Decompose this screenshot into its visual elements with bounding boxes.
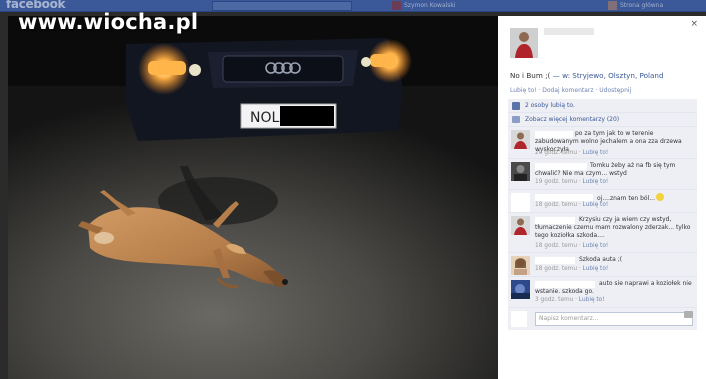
comment-time: 18 godz. temu (535, 202, 578, 208)
author-avatar-image (510, 28, 538, 58)
comment-text: Krzysiu czy ja wiem czy wstyd, tłumaczen… (535, 216, 693, 241)
smiley-icon (655, 193, 664, 201)
comment-avatar[interactable] (511, 280, 530, 299)
avatar-image (511, 256, 530, 275)
comment-text-content: Krzysiu czy ja wiem czy wstyd, tłumaczen… (535, 216, 691, 240)
comment-like-link[interactable]: Lubię to! (583, 179, 609, 185)
likes-text[interactable]: 2 osoby lubią to. (525, 102, 575, 109)
comment-meta: 18 godz. temu · Lubię to! (535, 266, 608, 272)
license-plate-text: NOL (250, 110, 279, 126)
comment-avatar[interactable] (511, 256, 530, 275)
comment-item: po za tym jak to w terenie zabudowanym w… (508, 127, 697, 159)
comment-time: 3 godz. temu (535, 297, 574, 303)
comment-time: 18 godz. temu (535, 243, 578, 249)
post-caption: No i Bum ;( — w: Stryjewo, Olsztyn, Pola… (510, 71, 664, 80)
comment-like-link[interactable]: Lubię to! (583, 150, 609, 156)
author-avatar[interactable] (510, 28, 538, 58)
comment-time: 18 godz. temu (535, 266, 578, 272)
comment-text-content: Szkoda auta ;( (579, 256, 623, 263)
comment-item: oj....znam ten ból... 18 godz. temu · Lu… (508, 190, 697, 213)
photo-sidebar: × No i Bum ;( — w: Stryjewo, Olsztyn, Po… (498, 16, 706, 379)
close-icon[interactable]: × (690, 19, 698, 29)
comment-meta: 3 godz. temu · Lubię to! (535, 297, 605, 303)
comment-time: 20 godz. temu (535, 150, 578, 156)
comment-text-content: Tomku żeby aż na fb się tym chwalić? Nie… (535, 162, 676, 178)
photo-scene: NOL (8, 16, 498, 379)
view-more-comments-text[interactable]: Zobacz więcej komentarzy (20) (525, 116, 619, 123)
comment-time: 19 godz. temu (535, 179, 578, 185)
comment-item: auto sie naprawi a koziołek nie wstanie.… (508, 277, 697, 308)
comment-item: Szkoda auta ;( 18 godz. temu · Lubię to! (508, 253, 697, 277)
camera-icon[interactable] (684, 311, 693, 318)
author-name-redacted (544, 28, 594, 35)
comment-text-content: auto sie naprawi a koziołek nie wstanie.… (535, 280, 692, 296)
avatar-image (511, 216, 530, 235)
comment-bubble-icon (512, 116, 520, 123)
plate-redaction (280, 106, 334, 126)
avatar-image (511, 130, 530, 149)
car-front: NOL (126, 38, 412, 141)
comment-meta: 18 godz. temu · Lubię to! (535, 202, 608, 208)
comment-meta: 19 godz. temu · Lubię to! (535, 179, 608, 185)
comment-text: Szkoda auta ;( (535, 256, 693, 264)
post-location-link[interactable]: — w: Stryjewo, Olsztyn, Poland (550, 71, 664, 80)
profile-avatar[interactable] (392, 1, 401, 10)
comment-composer: Napisz komentarz... (508, 308, 697, 330)
search-input[interactable] (212, 1, 352, 11)
comment-like-link[interactable]: Lubię to! (579, 297, 605, 303)
facebook-photo-viewer: facebook Szymon Kowalski Strona główna w… (0, 0, 706, 379)
comment-avatar[interactable] (511, 162, 530, 181)
post-caption-main: No i Bum ;( (510, 71, 551, 80)
comment-like-link[interactable]: Lubię to! (583, 243, 609, 249)
comment-meta: 20 godz. temu · Lubię to! (535, 150, 608, 156)
avatar-image (511, 280, 530, 299)
site-watermark: www.wiocha.pl (18, 10, 199, 34)
comment-avatar[interactable] (511, 216, 530, 235)
comment-avatar[interactable] (511, 193, 530, 212)
post-actions[interactable]: Lubię to! · Dodaj komentarz · Udostępnij (510, 87, 631, 94)
comment-like-link[interactable]: Lubię to! (583, 202, 609, 208)
comment-input[interactable]: Napisz komentarz... (535, 312, 693, 326)
comment-text-content: oj....znam ten ból... (597, 195, 655, 202)
like-thumb-icon (512, 102, 520, 110)
comment-item: Tomku żeby aż na fb się tym chwalić? Nie… (508, 159, 697, 190)
comment-text: auto sie naprawi a koziołek nie wstanie.… (535, 280, 693, 296)
likes-summary[interactable]: 2 osoby lubią to. (508, 99, 697, 113)
post-photo[interactable]: NOL (8, 16, 498, 379)
comment-item: Krzysiu czy ja wiem czy wstyd, tłumaczen… (508, 213, 697, 253)
comment-text: Tomku żeby aż na fb się tym chwalić? Nie… (535, 162, 693, 178)
view-more-comments[interactable]: Zobacz więcej komentarzy (20) (508, 113, 697, 127)
avatar-image (511, 162, 530, 181)
home-avatar[interactable] (608, 1, 617, 10)
home-link[interactable]: Strona główna (620, 0, 704, 11)
comment-meta: 18 godz. temu · Lubię to! (535, 243, 608, 249)
composer-avatar (511, 311, 527, 327)
profile-link[interactable]: Szymon Kowalski (404, 0, 500, 11)
comment-avatar[interactable] (511, 130, 530, 149)
comment-like-link[interactable]: Lubię to! (583, 266, 609, 272)
